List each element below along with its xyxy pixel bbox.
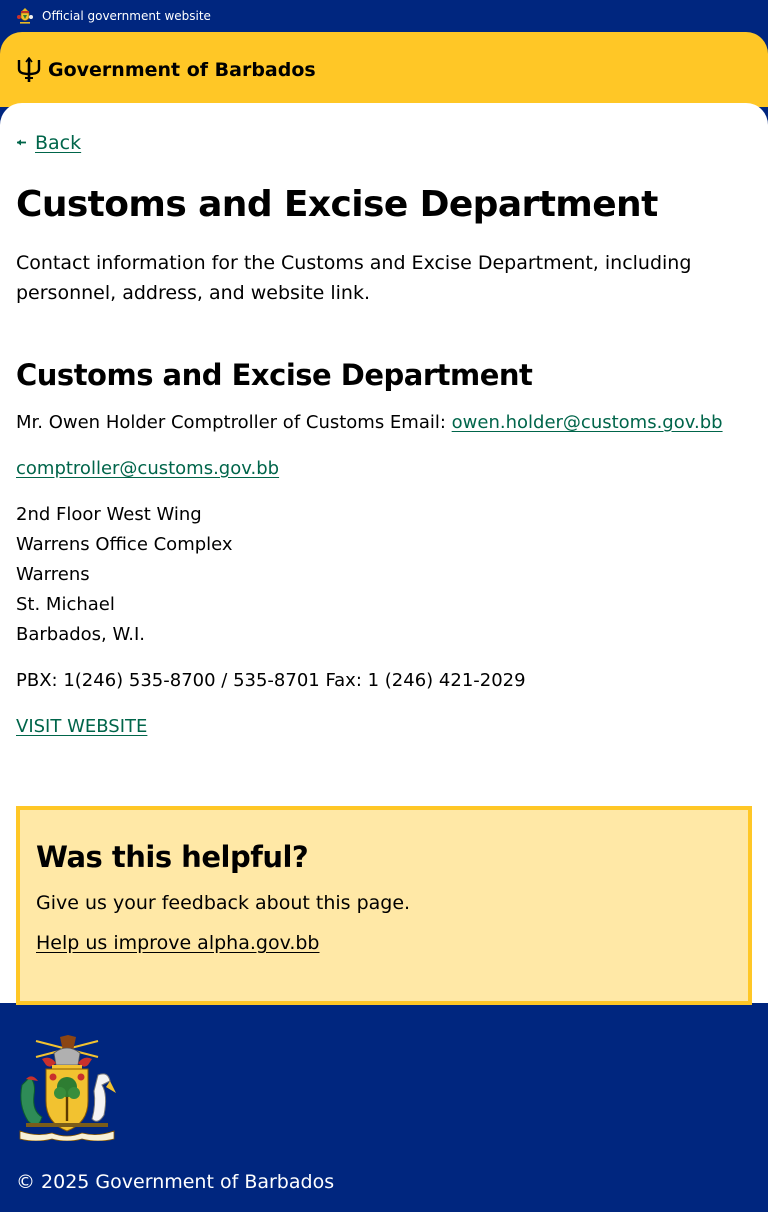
arrow-left-icon xyxy=(17,139,26,146)
feedback-title: Was this helpful? xyxy=(36,840,309,874)
coat-of-arms-icon xyxy=(19,1035,116,1141)
email-secondary: comptroller@customs.gov.bb xyxy=(16,454,752,484)
page-title: Customs and Excise Department xyxy=(16,184,658,225)
email-primary-link[interactable]: owen.holder@customs.gov.bb xyxy=(452,412,723,433)
email-secondary-link[interactable]: comptroller@customs.gov.bb xyxy=(16,458,279,479)
feedback-text: Give us your feedback about this page. xyxy=(36,892,411,914)
address: 2nd Floor West Wing Warrens Office Compl… xyxy=(16,500,752,650)
contact-person-text: Mr. Owen Holder Comptroller of Customs E… xyxy=(16,412,452,433)
address-line: St. Michael xyxy=(16,594,115,615)
trident-icon[interactable] xyxy=(16,56,42,83)
site-title[interactable]: Government of Barbados xyxy=(48,59,316,81)
address-line: 2nd Floor West Wing xyxy=(16,504,202,525)
main-content: Back Customs and Excise Department Conta… xyxy=(0,103,768,1005)
official-website-text: Official government website xyxy=(42,9,211,23)
copyright: © 2025 Government of Barbados xyxy=(16,1171,335,1193)
feedback-box: Was this helpful? Give us your feedback … xyxy=(16,806,752,1005)
contact-person: Mr. Owen Holder Comptroller of Customs E… xyxy=(16,408,752,438)
address-line: Warrens Office Complex xyxy=(16,534,233,555)
address-line: Barbados, W.I. xyxy=(16,624,145,645)
site-footer: © 2025 Government of Barbados xyxy=(0,1003,768,1212)
page-description: Contact information for the Customs and … xyxy=(16,252,692,304)
website-row: VISIT WEBSITE xyxy=(16,712,752,742)
section-title: Customs and Excise Department xyxy=(16,358,533,392)
address-line: Warrens xyxy=(16,564,90,585)
back-link-label[interactable]: Back xyxy=(35,132,81,154)
official-banner: Official government website xyxy=(0,0,768,32)
coat-of-arms-icon xyxy=(17,8,33,24)
visit-website-link[interactable]: VISIT WEBSITE xyxy=(16,716,147,737)
phone-numbers: PBX: 1(246) 535-8700 / 535-8701 Fax: 1 (… xyxy=(16,670,526,691)
feedback-link[interactable]: Help us improve alpha.gov.bb xyxy=(36,932,320,954)
site-header: Government of Barbados xyxy=(0,32,768,107)
back-link[interactable]: Back xyxy=(16,103,752,155)
